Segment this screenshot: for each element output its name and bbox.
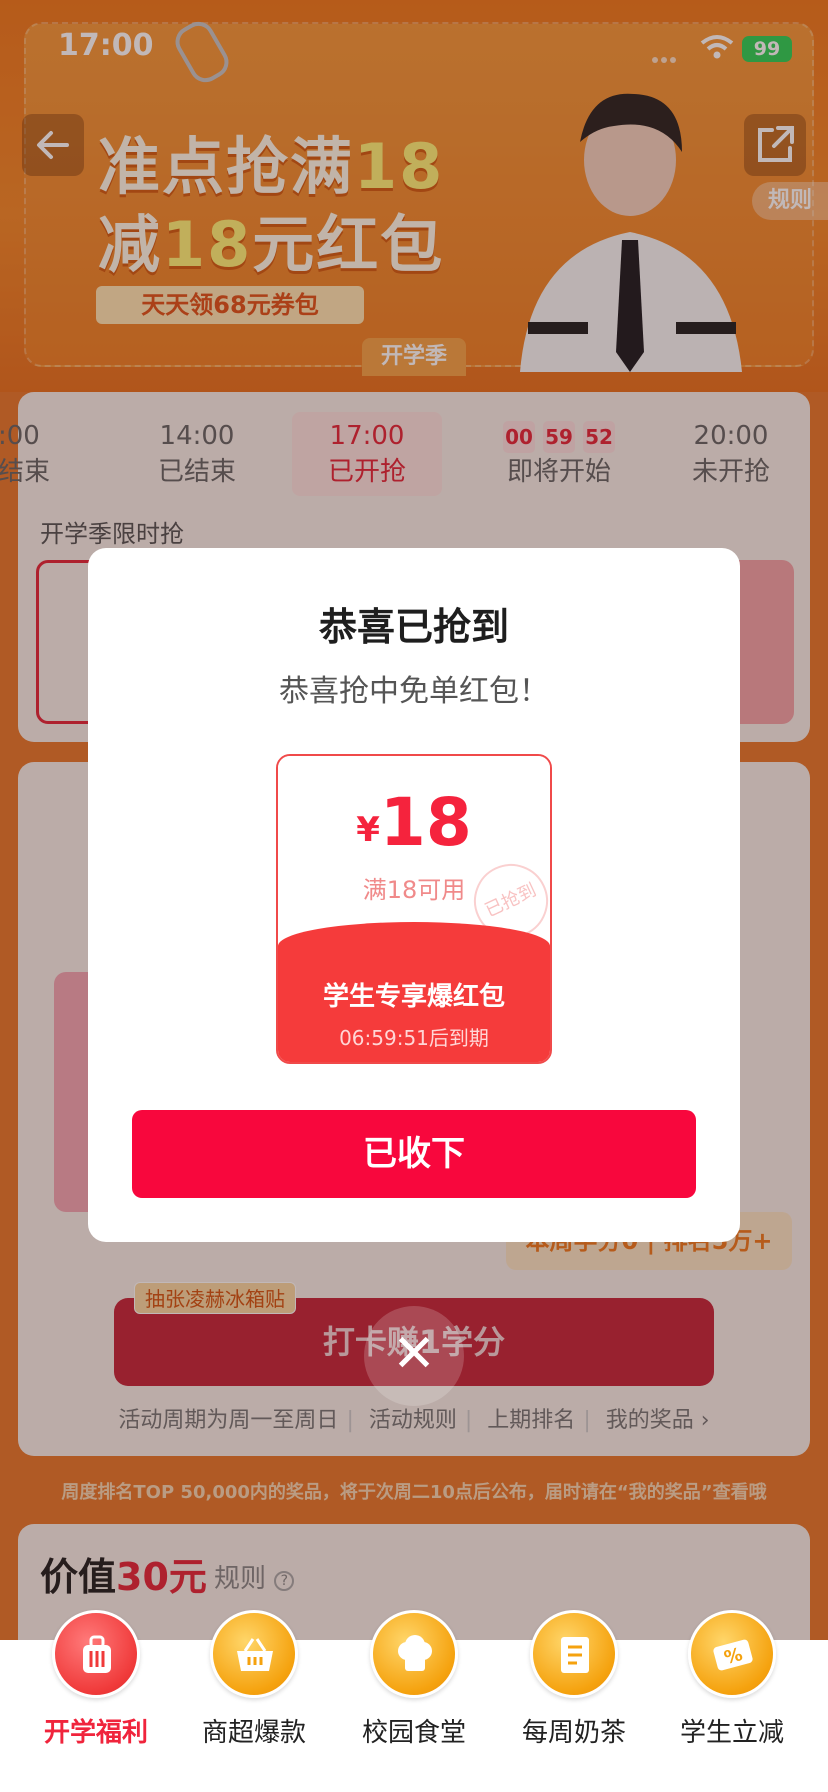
reward-modal: 恭喜已抢到 恭喜抢中免单红包！ ¥18 满18可用 已抢到 学生专享爆红包 06… xyxy=(88,548,740,1242)
accept-button[interactable]: 已收下 xyxy=(132,1110,696,1198)
tab-welfare[interactable]: 开学福利 xyxy=(26,1610,166,1749)
close-icon[interactable]: ✕ xyxy=(364,1306,464,1406)
discount-coupon-icon: % xyxy=(688,1610,776,1698)
coupon-expiry: 06:59:51后到期 xyxy=(339,1026,489,1050)
tab-student-discount[interactable]: % 学生立减 xyxy=(662,1610,802,1749)
modal-subtitle: 恭喜抢中免单红包！ xyxy=(279,674,549,709)
coupon-amount: ¥18 xyxy=(356,784,472,861)
red-packet-coupon: ¥18 满18可用 已抢到 学生专享爆红包 06:59:51后到期 xyxy=(276,754,552,1064)
tab-canteen[interactable]: 校园食堂 xyxy=(344,1610,484,1749)
book-icon xyxy=(530,1610,618,1698)
coupon-name: 学生专享爆红包 xyxy=(322,982,505,1012)
chef-hat-icon xyxy=(370,1610,458,1698)
basket-icon xyxy=(210,1610,298,1698)
tab-label: 商超爆款 xyxy=(201,1718,306,1748)
tab-label: 开学福利 xyxy=(43,1718,148,1748)
suitcase-icon xyxy=(52,1610,140,1698)
tab-supermarket[interactable]: 商超爆款 xyxy=(184,1610,324,1749)
tab-milk-tea[interactable]: 每周奶茶 xyxy=(504,1610,644,1749)
tab-label: 校园食堂 xyxy=(361,1718,466,1748)
tab-label: 每周奶茶 xyxy=(521,1718,626,1748)
modal-title: 恭喜已抢到 xyxy=(318,605,509,649)
tab-label: 学生立减 xyxy=(679,1718,784,1748)
